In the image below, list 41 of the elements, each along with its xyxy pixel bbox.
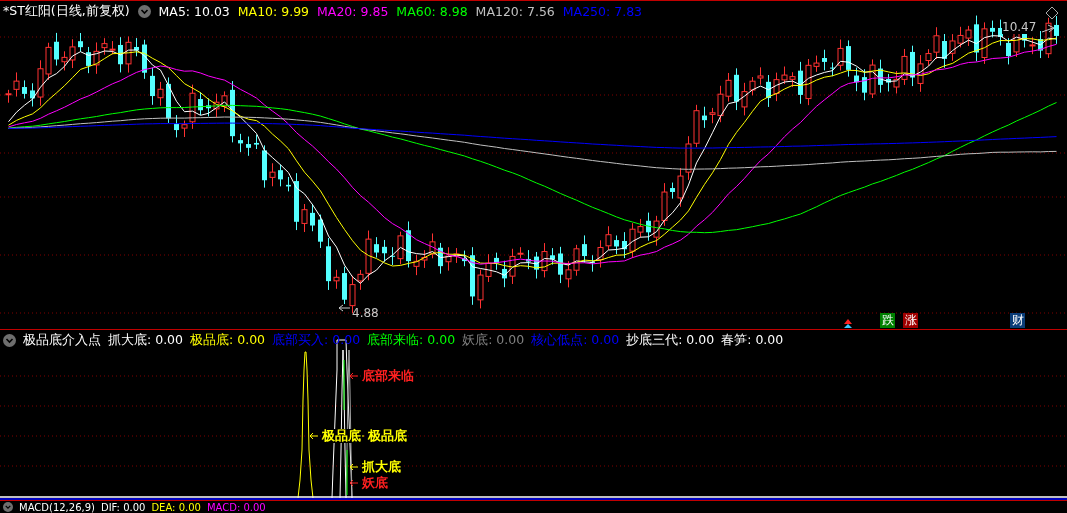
indicator-value: 春笋: 0.00 [721,332,784,349]
leader-line [338,304,351,312]
indicator-value: 核心低点: 0.00 [531,332,620,349]
leader-line [309,432,319,440]
signal-label: 抓大底 [361,460,402,474]
event-badge[interactable]: 涨 [903,313,918,328]
ma-value: MA120: 7.56 [475,4,555,19]
indicator-value: 极品底: 0.00 [190,332,266,349]
signal-label: 妖底 [361,476,389,490]
indicator-title: MACD(12,26,9) [19,501,95,513]
double-arrow-up-icon [844,319,852,328]
event-badge[interactable]: 跌 [880,313,895,328]
stock-title: *ST红阳(日线,前复权) [3,3,130,20]
ma-value: MA20: 9.85 [317,4,389,19]
diamond-icon[interactable] [1045,6,1059,20]
signal-label: 极品底 [321,429,362,443]
ma-value: MA250: 7.83 [562,4,643,19]
indicator-value: 抄底三代: 0.00 [626,332,715,349]
ma-value: MA10: 9.99 [237,4,310,19]
signal-label: 底部来临 [361,369,415,383]
dropdown-icon[interactable] [3,334,16,347]
indicator-value: DEA: 0.00 [151,501,201,513]
leader-line [349,372,359,380]
indicator-value: 底部买入: 0.00 [272,332,361,349]
indicator-value: MACD: 0.00 [206,501,266,513]
indicator-value: 妖底: 0.00 [462,332,525,349]
ma-value: MA60: 8.98 [396,4,468,19]
ma-value: MA5: 10.03 [158,4,230,19]
leader-line [1041,24,1055,33]
dropdown-icon[interactable] [137,5,151,18]
indicator-value: 抓大底: 0.00 [108,332,184,349]
leader-line [349,479,359,487]
event-badge[interactable]: 财 [1010,313,1025,328]
price-label: 4.88 [352,306,379,320]
indicator-title: 极品底介入点 [23,332,101,349]
indicator-value: 底部来临: 0.00 [367,332,456,349]
dropdown-icon[interactable] [3,502,13,512]
price-label: 10.47 [1002,20,1037,34]
indicator-value: DIF: 0.00 [100,501,146,513]
leader-line [349,463,359,471]
signal-label: 极品底 [367,429,408,443]
